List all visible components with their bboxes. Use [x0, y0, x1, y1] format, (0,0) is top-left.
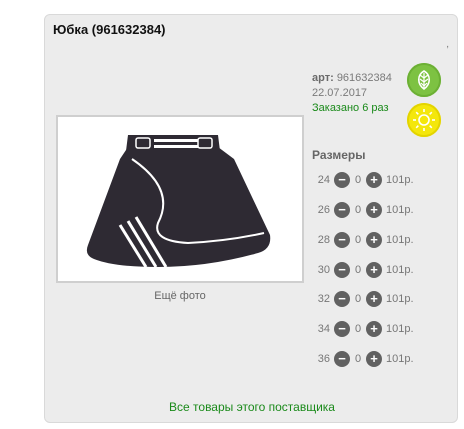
supplier-products-link[interactable]: Все товары этого поставщика: [45, 400, 459, 414]
article-label: арт:: [312, 72, 334, 84]
skirt-image: [58, 117, 302, 281]
size-row: 28 − 0 + 101р.: [312, 231, 452, 249]
product-title: Юбка (961632384): [53, 22, 166, 37]
size-value: 24: [317, 174, 330, 186]
plus-icon[interactable]: +: [366, 321, 382, 337]
sizes-heading: Размеры: [312, 148, 366, 162]
article-number: 961632384: [336, 72, 392, 84]
sun-icon: [407, 103, 441, 137]
size-value: 32: [317, 293, 330, 305]
ordered-count: Заказано 6 раз: [312, 102, 389, 114]
plus-icon[interactable]: +: [366, 351, 382, 367]
minus-icon[interactable]: −: [334, 262, 350, 278]
size-row: 24 − 0 + 101р.: [312, 171, 452, 189]
leaf-icon: [407, 63, 441, 97]
plus-icon[interactable]: +: [366, 262, 382, 278]
size-row: 32 − 0 + 101р.: [312, 290, 452, 308]
size-value: 36: [317, 353, 330, 365]
minus-icon[interactable]: −: [334, 202, 350, 218]
plus-icon[interactable]: +: [366, 291, 382, 307]
size-price: 101р.: [386, 353, 414, 365]
minus-icon[interactable]: −: [334, 351, 350, 367]
size-value: 30: [317, 264, 330, 276]
plus-icon[interactable]: +: [366, 202, 382, 218]
article-info: арт: 961632384: [312, 71, 392, 85]
size-row: 36 − 0 + 101р.: [312, 350, 452, 368]
size-price: 101р.: [386, 264, 414, 276]
quantity-value: 0: [354, 353, 362, 365]
size-value: 34: [317, 323, 330, 335]
minus-icon[interactable]: −: [334, 321, 350, 337]
size-row: 30 − 0 + 101р.: [312, 261, 452, 279]
quantity-value: 0: [354, 323, 362, 335]
plus-icon[interactable]: +: [366, 172, 382, 188]
quantity-value: 0: [354, 204, 362, 216]
size-price: 101р.: [386, 174, 414, 186]
minus-icon[interactable]: −: [334, 172, 350, 188]
size-price: 101р.: [386, 293, 414, 305]
quantity-value: 0: [354, 234, 362, 246]
product-photo[interactable]: [56, 115, 304, 283]
product-date: 22.07.2017: [312, 87, 368, 99]
more-photo-label[interactable]: Ещё фото: [56, 290, 304, 302]
quantity-value: 0: [354, 293, 362, 305]
size-price: 101р.: [386, 234, 414, 246]
size-price: 101р.: [386, 204, 414, 216]
title-dot: ,: [446, 39, 449, 50]
size-value: 26: [317, 204, 330, 216]
size-value: 28: [317, 234, 330, 246]
plus-icon[interactable]: +: [366, 232, 382, 248]
quantity-value: 0: [354, 174, 362, 186]
quantity-value: 0: [354, 264, 362, 276]
size-row: 26 − 0 + 101р.: [312, 201, 452, 219]
size-row: 34 − 0 + 101р.: [312, 320, 452, 338]
size-price: 101р.: [386, 323, 414, 335]
minus-icon[interactable]: −: [334, 232, 350, 248]
minus-icon[interactable]: −: [334, 291, 350, 307]
product-card: Юбка (961632384) , Ещё фото арт: 9616323…: [44, 14, 458, 423]
